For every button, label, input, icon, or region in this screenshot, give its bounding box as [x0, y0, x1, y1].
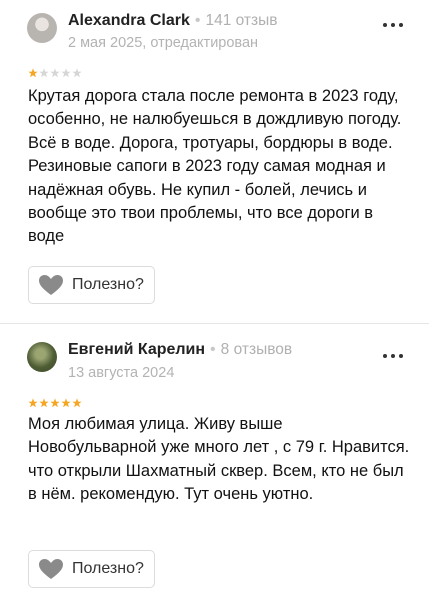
- review-date: 13 августа 2024: [68, 365, 175, 381]
- avatar[interactable]: [27, 13, 57, 43]
- helpful-label: Полезно?: [72, 560, 144, 577]
- review-card: Alexandra Clark • 141 отзыв 2 мая 2025, от…: [0, 0, 429, 323]
- separator-dot: •: [194, 12, 201, 29]
- star-rating: [28, 398, 82, 408]
- review-count: 8 отзывов: [220, 341, 293, 358]
- star-icon: [39, 68, 49, 78]
- helpful-label: Полезно?: [72, 276, 144, 293]
- review-card: Евгений Карелин • 8 отзывов 13 августа 202…: [0, 324, 429, 599]
- avatar[interactable]: [27, 342, 57, 372]
- star-icon: [50, 398, 60, 408]
- more-options-icon[interactable]: [383, 353, 403, 359]
- star-icon: [50, 68, 60, 78]
- star-icon: [72, 68, 82, 78]
- heart-icon: [39, 559, 63, 579]
- helpful-button[interactable]: Полезно?: [28, 266, 155, 304]
- star-icon: [28, 68, 38, 78]
- helpful-button[interactable]: Полезно?: [28, 550, 155, 588]
- author-name[interactable]: Евгений Карелин: [68, 341, 205, 358]
- separator-dot: •: [210, 341, 216, 358]
- review-text: Моя любимая улица. Живу выше Новобульвар…: [28, 415, 410, 504]
- heart-icon: [39, 275, 63, 295]
- star-icon: [72, 398, 82, 408]
- star-icon: [39, 398, 49, 408]
- star-icon: [61, 68, 71, 78]
- author-name[interactable]: Alexandra Clark: [68, 12, 190, 29]
- review-text: Крутая дорога стала после ремонта в 2023…: [28, 87, 402, 246]
- review-count: 141 отзыв: [205, 12, 278, 29]
- star-icon: [61, 398, 71, 408]
- more-options-icon[interactable]: [383, 22, 403, 28]
- author-line: Евгений Карелин • 8 отзывов: [68, 341, 292, 359]
- star-icon: [28, 398, 38, 408]
- review-date: 2 мая 2025, отредактирован: [68, 35, 259, 51]
- star-rating: [28, 68, 82, 78]
- author-line: Alexandra Clark • 141 отзыв: [68, 12, 277, 30]
